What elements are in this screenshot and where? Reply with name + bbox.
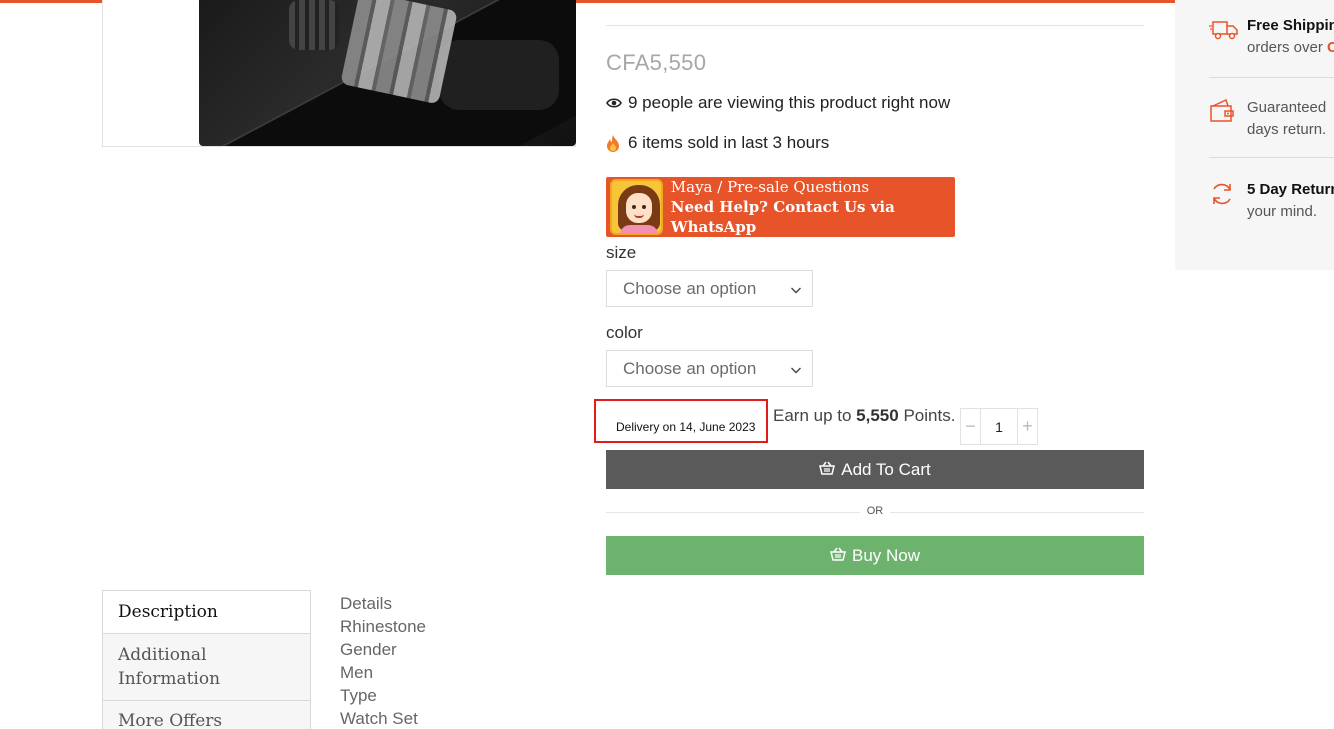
returns-subtext: your mind.: [1247, 203, 1318, 220]
banner-cta: Need Help? Contact Us via WhatsApp: [670, 198, 895, 236]
chevron-down-icon: [790, 281, 802, 301]
sold-text: 6 items sold in last 3 hours: [628, 133, 830, 152]
size-select[interactable]: Choose an option: [606, 270, 813, 307]
tab-additional-information[interactable]: Additional Information: [102, 633, 311, 701]
sold-notice: 6 items sold in last 3 hours: [606, 133, 829, 153]
eye-icon: [606, 97, 622, 109]
or-label: OR: [860, 505, 890, 517]
fire-icon: [606, 134, 620, 152]
add-to-cart-button[interactable]: Add To Cart: [606, 450, 1144, 489]
size-label: size: [606, 243, 637, 262]
whatsapp-contact-banner[interactable]: Maya / Pre-sale Questions Need Help? Con…: [606, 177, 955, 237]
product-price: CFA5,550: [606, 50, 707, 75]
price-divider: [606, 25, 1144, 26]
detail-line: Rhinestone: [340, 617, 427, 636]
add-to-cart-label: Add To Cart: [841, 459, 931, 479]
quantity-decrease-button[interactable]: −: [961, 409, 980, 444]
reward-points: Earn up to 5,550 Points.: [773, 406, 956, 425]
free-shipping-title: Free Shippin: [1247, 17, 1334, 34]
delivery-date: Delivery on 14, June 2023: [616, 420, 756, 434]
guarantee-subtext: days return.: [1247, 121, 1327, 138]
buy-now-label: Buy Now: [851, 545, 921, 565]
support-avatar: [610, 179, 663, 235]
service-benefits-sidebar: Free Shippin orders over C Guaranteed da…: [1175, 0, 1334, 270]
product-gallery: [102, 0, 576, 147]
returns-title: 5 Day Return: [1247, 181, 1334, 198]
refresh-icon: [1209, 181, 1235, 212]
buy-now-button[interactable]: Buy Now: [606, 536, 1144, 575]
guarantee-text: Guaranteed: [1247, 99, 1327, 116]
detail-line: Details: [340, 594, 392, 613]
quantity-input[interactable]: 1: [980, 409, 1018, 444]
tab-description[interactable]: Description: [102, 590, 311, 634]
detail-line: Type: [340, 686, 377, 705]
basket-icon: [819, 460, 836, 480]
delivery-truck-icon: [1209, 17, 1239, 46]
basket-icon: [830, 546, 846, 566]
detail-line: Watch Set: [340, 709, 418, 728]
points-value: 5,550: [856, 406, 899, 425]
product-tabs: Description Additional Information More …: [102, 590, 311, 729]
tab-more-offers[interactable]: More Offers: [102, 700, 311, 729]
viewing-text: 9 people are viewing this product right …: [628, 93, 951, 112]
color-select-value: Choose an option: [623, 358, 757, 378]
chevron-down-icon: [790, 361, 802, 381]
thumbnail-column: [103, 0, 198, 146]
quantity-stepper: − 1 +: [960, 408, 1038, 445]
wallet-icon: [1209, 98, 1235, 128]
detail-line: Men: [340, 663, 374, 682]
banner-title: Maya / Pre-sale Questions: [670, 178, 870, 196]
color-select[interactable]: Choose an option: [606, 350, 813, 387]
delivery-estimate-box: Delivery on 14, June 2023: [594, 399, 768, 443]
size-select-value: Choose an option: [623, 278, 757, 298]
viewing-notice: 9 people are viewing this product right …: [606, 93, 950, 113]
detail-line: Gender: [340, 640, 397, 659]
color-label: color: [606, 323, 643, 342]
product-main-image[interactable]: [199, 0, 576, 146]
quantity-increase-button[interactable]: +: [1018, 409, 1037, 444]
product-details-list: Details Rhinestone Gender Men Type Watch…: [340, 592, 426, 729]
